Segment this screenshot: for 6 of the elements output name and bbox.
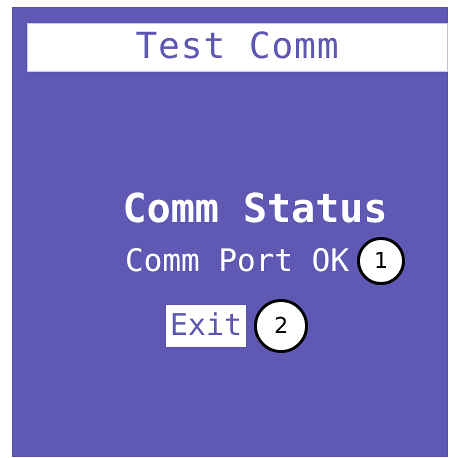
status-heading: Comm Status — [122, 185, 388, 233]
status-message: Comm Port OK — [125, 243, 349, 279]
exit-button[interactable]: Exit — [166, 305, 246, 347]
screen-title: Test Comm — [27, 23, 448, 72]
callout-marker: 2 — [254, 299, 308, 353]
callout-marker: 1 — [356, 237, 405, 285]
